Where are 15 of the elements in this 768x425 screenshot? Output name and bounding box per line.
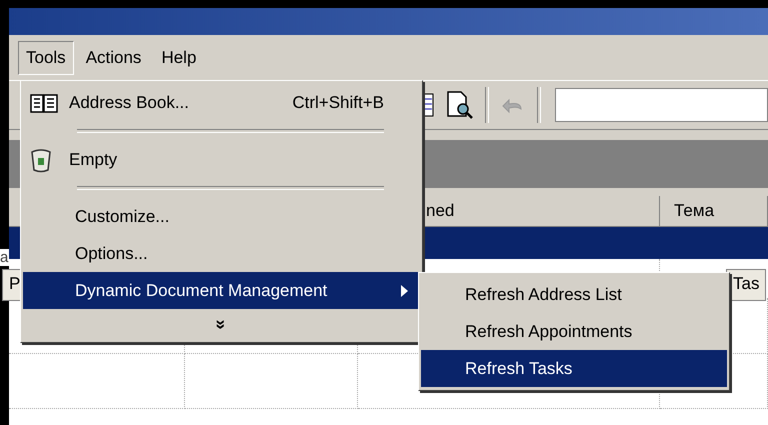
menu-item[interactable]: Empty: [23, 141, 420, 178]
menu-item[interactable]: Refresh Address List: [421, 276, 727, 313]
menu-bar-item[interactable]: Help: [153, 40, 204, 74]
expand-chevron[interactable]: »: [23, 309, 420, 339]
column-header[interactable]: Тема: [660, 196, 768, 226]
bin-icon: [29, 146, 53, 172]
menu-bar-item[interactable]: Actions: [78, 40, 150, 74]
menu-item[interactable]: Address Book... Ctrl+Shift+B: [23, 84, 420, 121]
submenu-arrow-icon: [401, 284, 408, 296]
pane-text: a: [0, 249, 9, 266]
menu-item[interactable]: Refresh Tasks: [421, 350, 727, 387]
print-preview-icon[interactable]: [445, 90, 475, 120]
menu-item[interactable]: Dynamic Document Management: [23, 272, 420, 309]
menu-bar-item[interactable]: Tools: [18, 40, 74, 74]
menu-item[interactable]: Refresh Appointments: [421, 313, 727, 350]
